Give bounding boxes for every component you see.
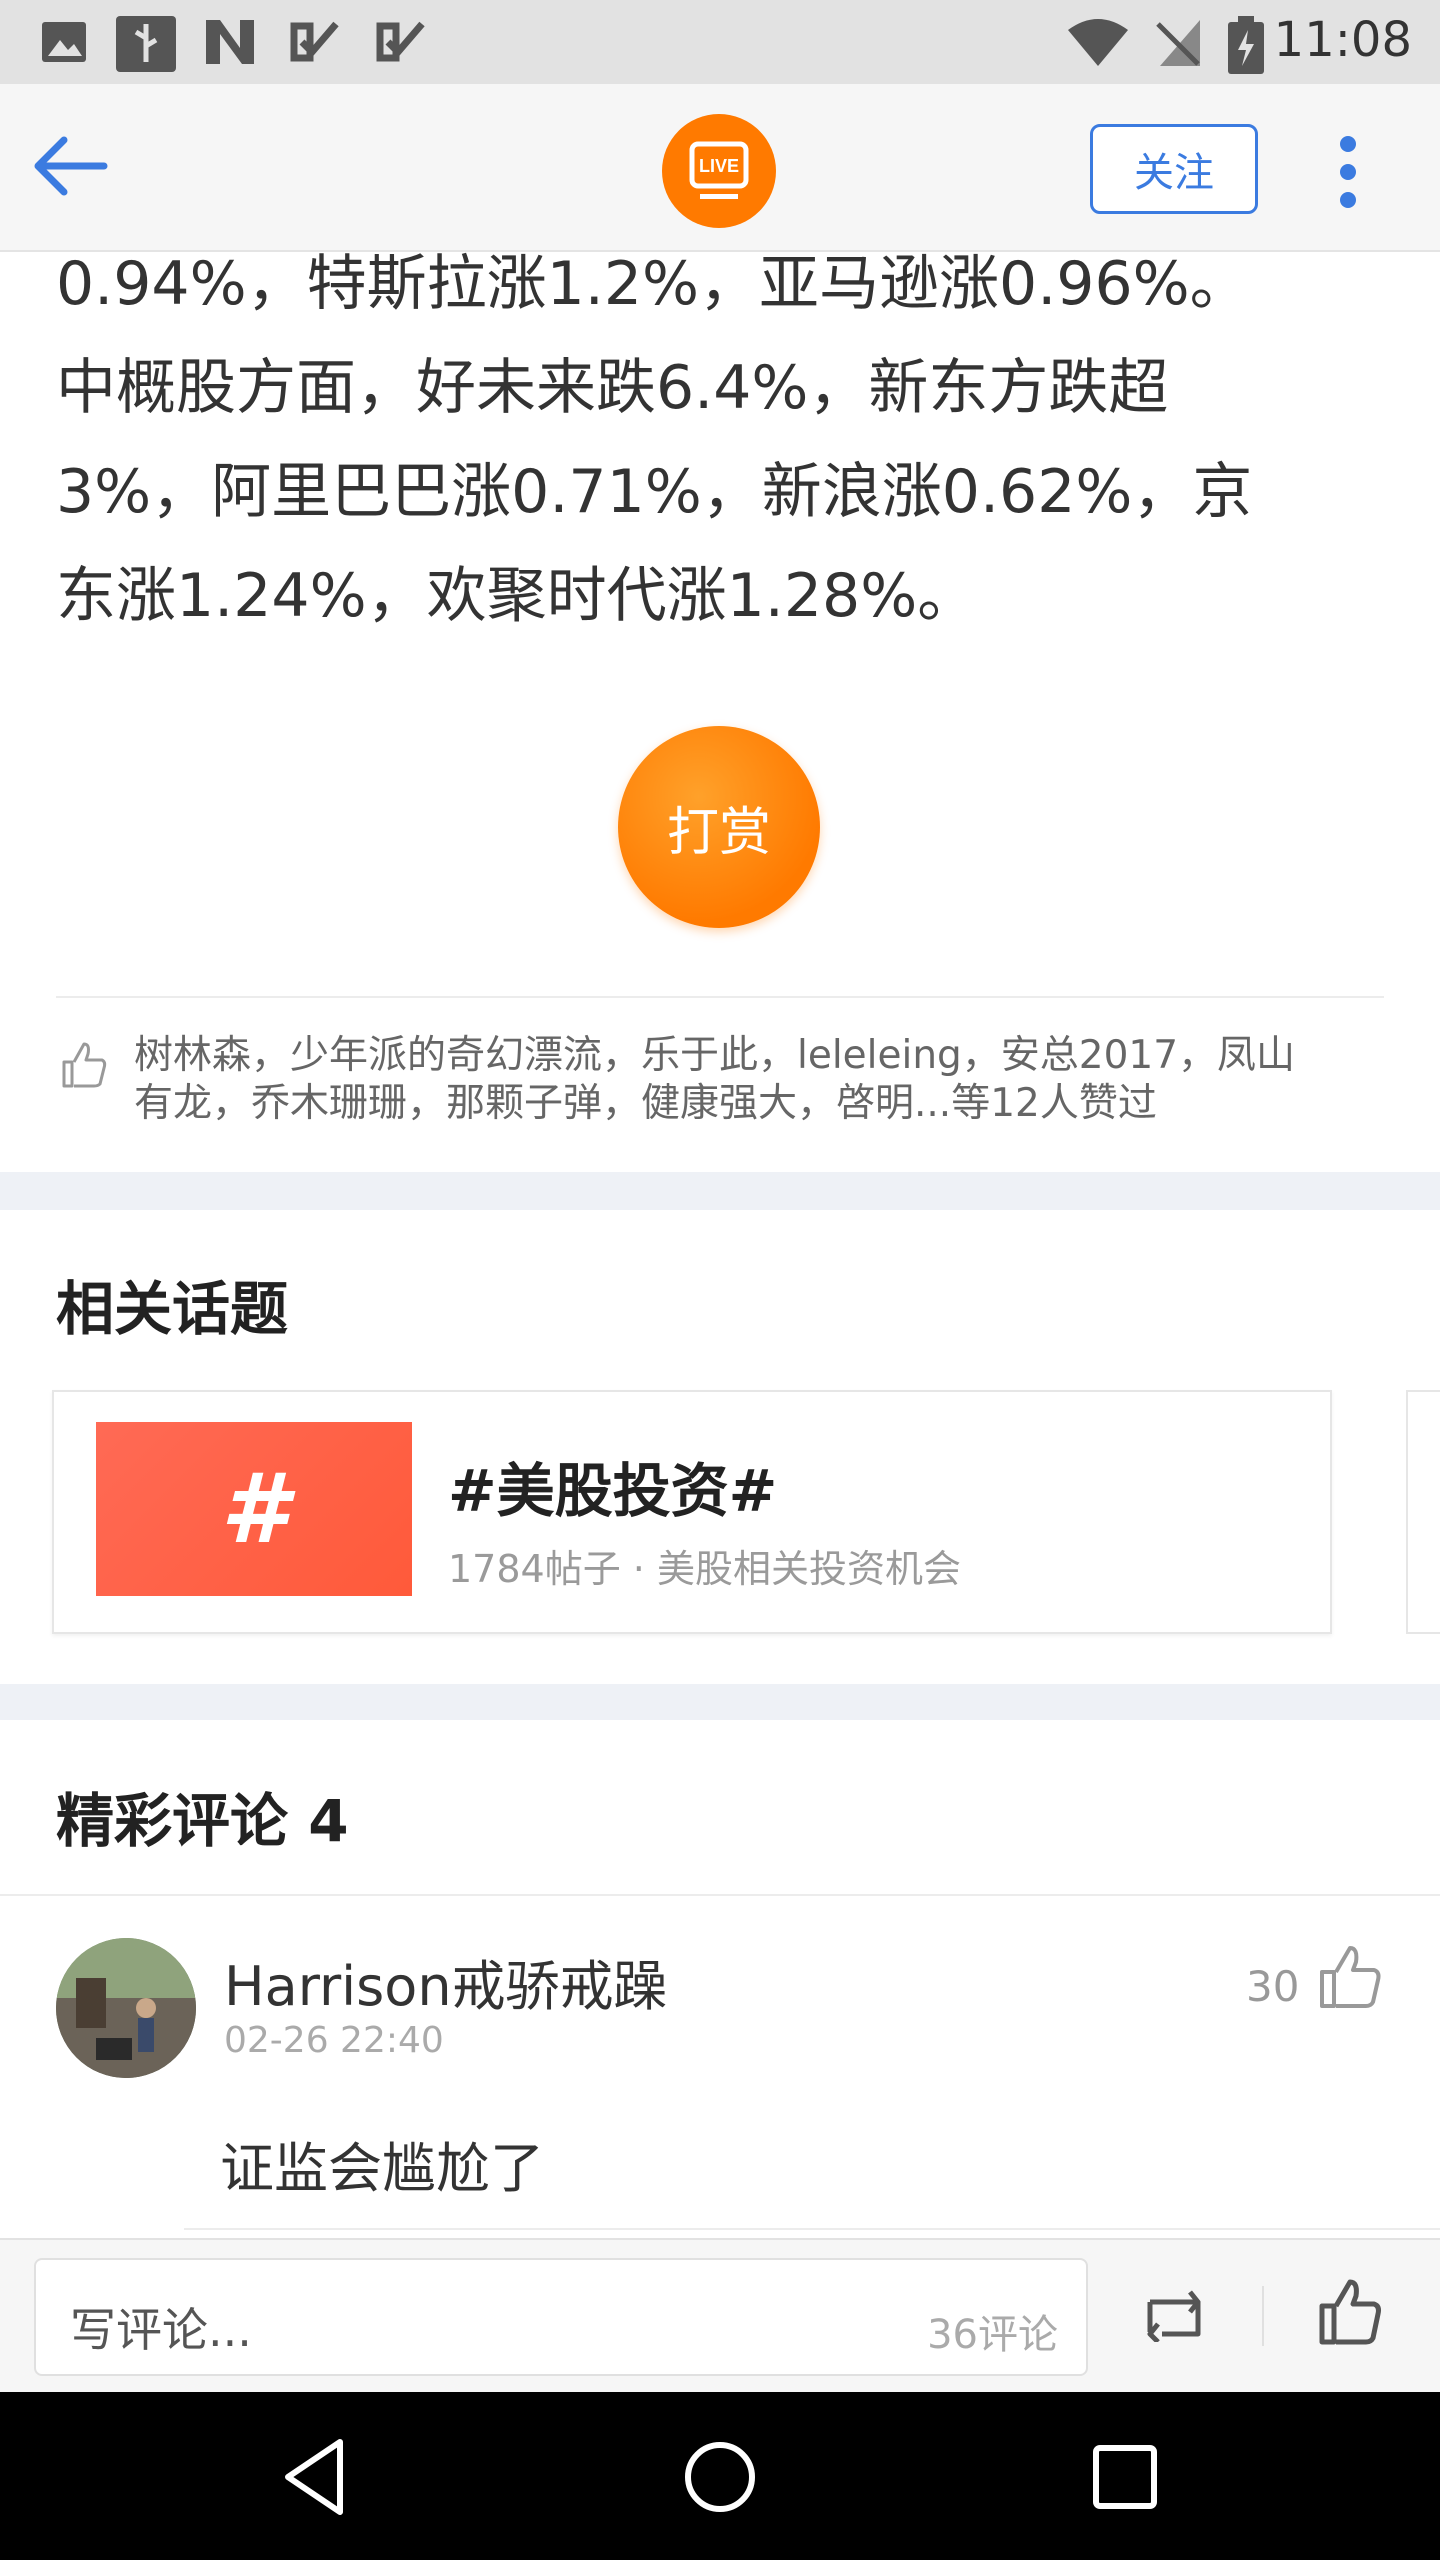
- check-icon: [376, 21, 425, 62]
- navigation-bar: [0, 2392, 1440, 2560]
- comment-input[interactable]: 写评论... 36评论: [34, 2258, 1088, 2376]
- share-icon[interactable]: [1140, 2286, 1208, 2342]
- comment-username[interactable]: Harrison戒骄戒躁: [224, 1942, 668, 2021]
- usb-icon: [116, 16, 176, 72]
- comment-count[interactable]: 36评论: [927, 2302, 1058, 2360]
- tv-icon: LIVE: [689, 141, 749, 199]
- status-bar: 11:08: [0, 0, 1440, 84]
- comment-input-placeholder: 写评论...: [70, 2303, 252, 2357]
- section-gap: [0, 1684, 1440, 1720]
- thumbs-up-icon[interactable]: [1318, 1944, 1382, 2010]
- home-nav-icon[interactable]: [675, 2432, 765, 2522]
- more-icon[interactable]: [1330, 136, 1366, 216]
- topic-name: #美股投资#: [448, 1457, 778, 1525]
- article-line: 东涨1.24%，欢聚时代涨1.28%。: [56, 561, 978, 631]
- topic-thumbnail: #: [96, 1422, 412, 1596]
- divider: [184, 2228, 1440, 2230]
- follow-button-label[interactable]: 关注: [1090, 124, 1258, 214]
- recents-nav-icon[interactable]: [1080, 2432, 1170, 2522]
- header-overlay: LIVE 关注: [0, 84, 1440, 252]
- topic-card-next[interactable]: [1406, 1390, 1440, 1634]
- divider: [0, 1894, 1440, 1896]
- article-line: 3%，阿里巴巴涨0.71%，新浪涨0.62%，京: [56, 457, 1253, 527]
- article-line: 中概股方面，好未来跌6.4%，新东方跌超: [56, 353, 1169, 423]
- article-body: 0.94%，特斯拉涨1.2%，亚马逊涨0.96%。 中概股方面，好未来跌6.4%…: [56, 232, 1386, 632]
- n-icon: [206, 20, 254, 64]
- comment-like-count: 30: [1246, 1962, 1300, 2011]
- topic-meta: 1784帖子 · 美股相关投资机会: [448, 1547, 961, 1591]
- avatar[interactable]: [56, 1938, 196, 2078]
- image-icon: [42, 22, 86, 62]
- divider: [1262, 2286, 1264, 2346]
- related-topics-title: 相关话题: [56, 1275, 289, 1343]
- live-label: LIVE: [699, 156, 739, 176]
- live-button[interactable]: LIVE: [662, 114, 776, 228]
- thumbs-up-icon[interactable]: [1318, 2278, 1382, 2346]
- comment-text: 证监会尴尬了: [220, 2137, 544, 2200]
- topic-card[interactable]: # #美股投资# 1784帖子 · 美股相关投资机会: [52, 1390, 1332, 1634]
- battery-charging-icon: [1228, 16, 1264, 74]
- bottom-bar: 写评论... 36评论: [0, 2238, 1440, 2392]
- section-gap: [0, 1172, 1440, 1210]
- thumbs-up-icon[interactable]: [60, 1040, 108, 1090]
- comment-time: 02-26 22:40: [224, 2020, 444, 2061]
- likes-text: 树林森，少年派的奇幻漂流，乐于此，leleleing，安总2017，凤山 有龙，…: [134, 1032, 1414, 1128]
- likes-line: 有龙，乔木珊珊，那颗子弹，健康强大，啓明...等12人赞过: [134, 1081, 1157, 1126]
- divider: [56, 996, 1384, 998]
- likes-row: 树林森，少年派的奇幻漂流，乐于此，leleleing，安总2017，凤山 有龙，…: [56, 1032, 1386, 1142]
- wifi-icon: [1068, 19, 1128, 66]
- reward-button[interactable]: 打赏: [618, 726, 820, 928]
- no-sim-icon: [1156, 20, 1200, 66]
- clock: 11:08: [1273, 12, 1412, 68]
- back-arrow-icon[interactable]: [30, 124, 114, 208]
- check-icon: [290, 21, 339, 62]
- avatar-photo: [56, 1938, 196, 2078]
- back-nav-icon[interactable]: [270, 2432, 360, 2522]
- likes-line: 树林森，少年派的奇幻漂流，乐于此，leleleing，安总2017，凤山: [134, 1033, 1296, 1078]
- comments-title: 精彩评论 4: [56, 1787, 349, 1855]
